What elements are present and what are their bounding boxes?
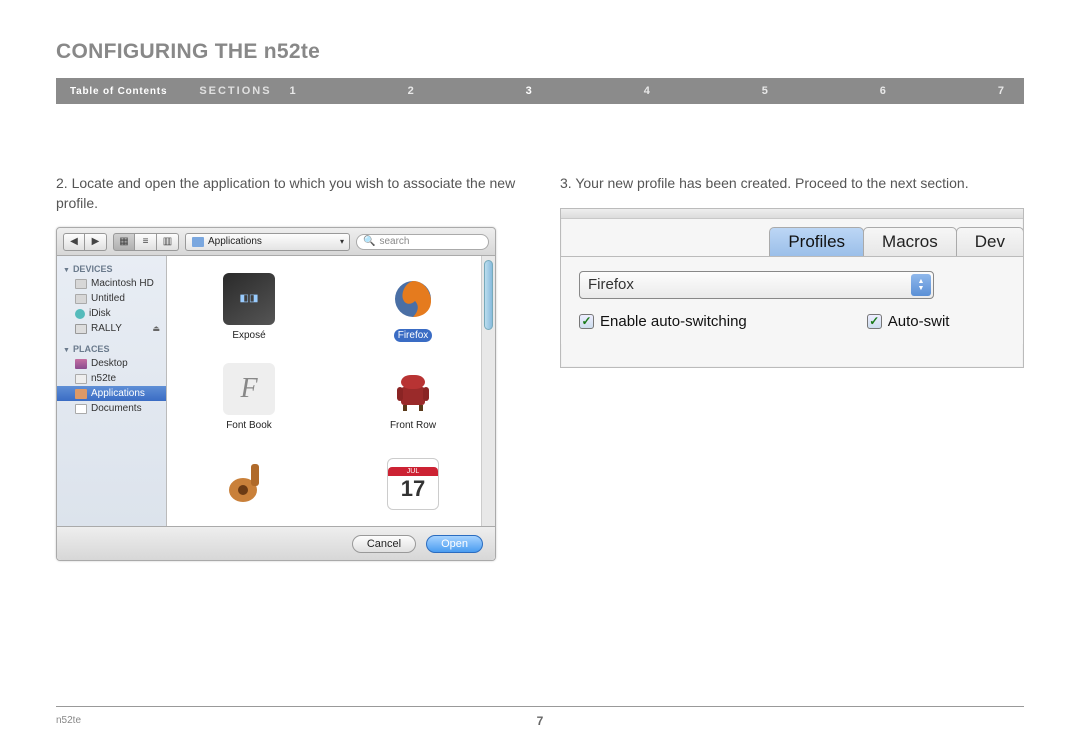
section-navbar: Table of Contents SECTIONS 1 2 3 4 5 6 7 <box>56 78 1024 104</box>
sidebar-item-home[interactable]: n52te <box>57 371 166 386</box>
frontrow-icon <box>387 363 439 415</box>
app-label <box>409 514 417 516</box>
cancel-button[interactable]: Cancel <box>352 535 416 553</box>
desktop-icon <box>75 359 87 369</box>
sidebar-item-desktop[interactable]: Desktop <box>57 356 166 371</box>
app-expose[interactable]: ◧◨ Exposé <box>167 262 331 352</box>
documents-icon <box>75 404 87 414</box>
finder-dialog: ◀ ▶ ▦ ≡ ▥ Applications 🔍 search <box>56 227 496 561</box>
sidebar-item-untitled[interactable]: Untitled <box>57 291 166 306</box>
garageband-icon <box>223 458 275 510</box>
sidebar-places-header: ▼PLACES <box>57 342 166 356</box>
footer-product: n52te <box>56 715 81 726</box>
profiles-panel: Profiles Macros Dev Firefox ▲▼ ✓ Enable … <box>560 208 1024 368</box>
finder-toolbar: ◀ ▶ ▦ ≡ ▥ Applications 🔍 search <box>57 228 495 256</box>
profile-dropdown[interactable]: Firefox ▲▼ <box>579 271 934 299</box>
nav-section-2[interactable]: 2 <box>408 85 414 97</box>
app-label: Exposé <box>228 329 269 342</box>
folder-icon <box>192 237 204 247</box>
eject-icon[interactable]: ⏏ <box>152 324 160 333</box>
app-fontbook[interactable]: F Font Book <box>167 352 331 442</box>
checkbox-label: Enable auto-switching <box>600 313 747 330</box>
search-placeholder: search <box>379 236 409 247</box>
app-garageband[interactable] <box>167 442 331 526</box>
app-label: Font Book <box>222 419 276 432</box>
fontbook-icon: F <box>223 363 275 415</box>
finder-footer: Cancel Open <box>57 526 495 560</box>
nav-sections-label: SECTIONS <box>181 85 289 97</box>
tabs: Profiles Macros Dev <box>561 227 1023 256</box>
hd-icon <box>75 279 87 289</box>
tab-macros[interactable]: Macros <box>863 227 957 256</box>
scrollbar[interactable] <box>481 256 495 526</box>
nav-section-5[interactable]: 5 <box>762 85 768 97</box>
ical-icon: JUL 17 <box>387 458 439 510</box>
scrollbar-thumb[interactable] <box>484 260 493 330</box>
back-button[interactable]: ◀ <box>63 233 85 251</box>
firefox-icon <box>387 273 439 325</box>
location-dropdown[interactable]: Applications <box>185 233 350 251</box>
app-frontrow[interactable]: Front Row <box>331 352 495 442</box>
checkbox-label: Auto-swit <box>888 313 950 330</box>
sidebar-item-idisk[interactable]: iDisk <box>57 306 166 321</box>
sidebar-devices-header: ▼DEVICES <box>57 262 166 276</box>
forward-button[interactable]: ▶ <box>85 233 107 251</box>
app-label: Firefox <box>394 329 433 342</box>
auto-switch-checkbox[interactable]: ✓ Auto-swit <box>867 313 950 330</box>
page-number: 7 <box>537 714 544 728</box>
nav-section-1[interactable]: 1 <box>290 85 296 97</box>
expose-icon: ◧◨ <box>223 273 275 325</box>
nav-section-3[interactable]: 3 <box>526 85 532 97</box>
open-button[interactable]: Open <box>426 535 483 553</box>
applications-icon <box>75 389 87 399</box>
view-columns-button[interactable]: ▥ <box>157 233 179 251</box>
nav-section-7[interactable]: 7 <box>998 85 1004 97</box>
checkbox-checked-icon: ✓ <box>579 314 594 329</box>
chevron-updown-icon: ▲▼ <box>911 274 931 296</box>
idisk-icon <box>75 309 85 319</box>
app-label: Front Row <box>386 419 440 432</box>
sidebar-item-documents[interactable]: Documents <box>57 401 166 416</box>
step-3-text: 3. Your new profile has been created. Pr… <box>560 174 1024 194</box>
finder-sidebar: ▼DEVICES Macintosh HD Untitled iDisk RAL… <box>57 256 167 526</box>
tab-profiles[interactable]: Profiles <box>769 227 864 256</box>
home-icon <box>75 374 87 384</box>
app-label <box>245 514 253 516</box>
sidebar-item-rally[interactable]: RALLY⏏ <box>57 321 166 336</box>
search-icon: 🔍 <box>363 236 375 247</box>
sidebar-item-applications[interactable]: Applications <box>57 386 166 401</box>
location-label: Applications <box>208 236 262 247</box>
nav-section-6[interactable]: 6 <box>880 85 886 97</box>
view-list-button[interactable]: ≡ <box>135 233 157 251</box>
nav-section-4[interactable]: 4 <box>644 85 650 97</box>
tab-devices[interactable]: Dev <box>956 227 1024 256</box>
enable-auto-switching-checkbox[interactable]: ✓ Enable auto-switching <box>579 313 747 330</box>
view-icons-button[interactable]: ▦ <box>113 233 135 251</box>
nav-back-forward[interactable]: ◀ ▶ <box>63 233 107 251</box>
view-mode-segment[interactable]: ▦ ≡ ▥ <box>113 233 179 251</box>
profile-selected-label: Firefox <box>588 276 634 293</box>
search-field[interactable]: 🔍 search <box>356 234 489 250</box>
sidebar-item-macintosh-hd[interactable]: Macintosh HD <box>57 276 166 291</box>
drive-icon <box>75 324 87 334</box>
app-firefox[interactable]: Firefox <box>331 262 495 352</box>
step-2-text: 2. Locate and open the application to wh… <box>56 174 520 213</box>
app-ical[interactable]: JUL 17 <box>331 442 495 526</box>
page-footer: n52te 7 <box>56 706 1024 726</box>
nav-toc[interactable]: Table of Contents <box>56 86 181 97</box>
checkbox-checked-icon: ✓ <box>867 314 882 329</box>
hd-icon <box>75 294 87 304</box>
page-title: CONFIGURING THE n52te <box>56 40 1024 64</box>
finder-icon-grid: ◧◨ Exposé Firefox <box>167 256 495 526</box>
